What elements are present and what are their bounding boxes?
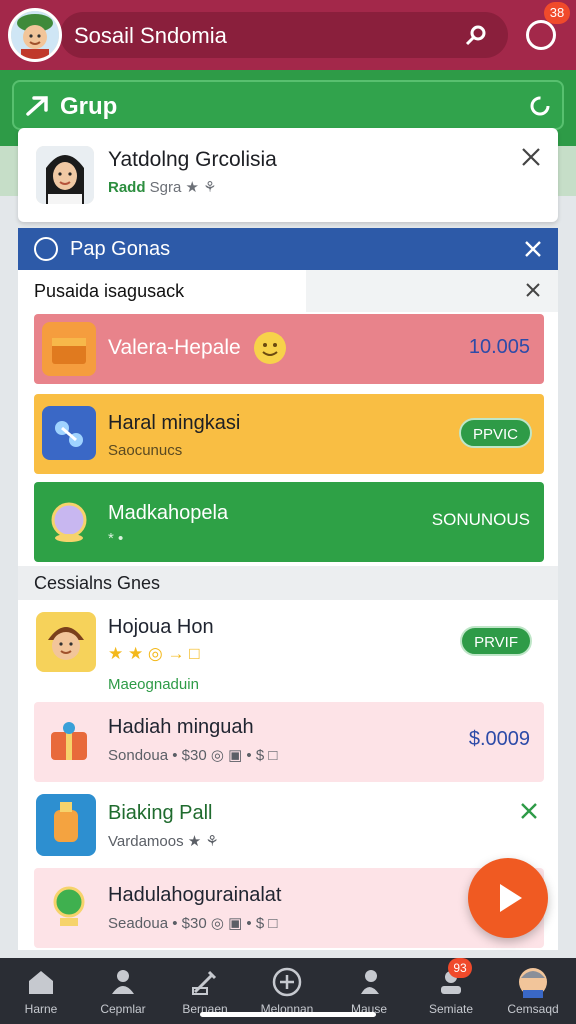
- profile-status-green: Radd: [108, 179, 146, 196]
- nav-label: Cepmlar: [100, 1002, 146, 1016]
- panel-header: Pap Gonas: [18, 228, 558, 270]
- close-icon[interactable]: [520, 146, 542, 168]
- trophy-icon: [42, 880, 96, 934]
- title-bar[interactable]: Sosail Sndomia: [60, 12, 508, 58]
- home-indicator: [200, 1012, 376, 1017]
- group-header[interactable]: Grup: [12, 80, 564, 130]
- app-title: Sosail Sndomia: [74, 23, 227, 48]
- play-button[interactable]: [468, 858, 548, 938]
- gift-icon: [42, 714, 96, 768]
- panel-title: Pap Gonas: [70, 238, 171, 260]
- list-item-subtitle: Seadoua • $30 ◎ ▣ • $ □: [108, 915, 278, 932]
- list-item-subtitle: Sondoua • $30 ◎ ▣ • $ □: [108, 747, 278, 764]
- profile-name: Yatdolng Grcolisia: [108, 148, 277, 171]
- featured-value: SONUNOUS: [431, 510, 530, 529]
- nav-badge: 93: [448, 958, 472, 978]
- list-item-tag: Maeognaduin: [108, 676, 199, 693]
- nav-item-people[interactable]: Cepmlar: [82, 958, 164, 1024]
- list-item-title: Hojoua Hon: [108, 616, 214, 638]
- list-item-title: Biaking Pall: [108, 802, 213, 824]
- nav-item-home[interactable]: Harne: [0, 958, 82, 1024]
- edit-icon: [192, 970, 217, 995]
- list-item[interactable]: Hadiah minguah Sondoua • $30 ◎ ▣ • $ □ $…: [34, 702, 544, 782]
- nav-item-profile[interactable]: Cemsaqd: [492, 958, 574, 1024]
- home-icon: [29, 971, 53, 994]
- top-app-bar: Sosail Sndomia 38: [0, 0, 576, 70]
- molecule-icon: [42, 406, 96, 460]
- plus-circle-icon: [272, 967, 302, 997]
- search-icon[interactable]: [464, 22, 490, 48]
- send-icon: [26, 96, 48, 116]
- featured-item[interactable]: Valera-Hepale 10.005: [34, 314, 544, 384]
- people-icon: [112, 970, 134, 994]
- featured-title: Madkahopela: [108, 502, 229, 524]
- featured-title: Haral mingkasi: [108, 412, 241, 434]
- section-title: Pusaida isagusack: [34, 281, 185, 301]
- list-item[interactable]: Biaking Pall Vardamoos ★ ⚘: [34, 790, 544, 860]
- claim-button[interactable]: PRVIF: [460, 626, 532, 656]
- featured-value: 10.005: [468, 336, 530, 358]
- featured-subtitle: * •: [108, 530, 124, 547]
- chest-icon: [42, 322, 96, 376]
- notification-badge: 38: [544, 2, 570, 24]
- star-icon: ★ ⚘: [185, 179, 217, 196]
- group-title: Grup: [60, 93, 118, 120]
- section-bar: Pusaida isagusack: [18, 270, 558, 312]
- featured-title: Valera-Hepale: [108, 336, 241, 359]
- user-avatar[interactable]: [8, 8, 62, 62]
- person-icon: [361, 970, 379, 994]
- character-avatar-icon: [36, 612, 96, 672]
- profile-avatar-icon: [519, 968, 547, 998]
- nav-label: Semiate: [428, 1002, 474, 1016]
- list-item[interactable]: Hojoua Hon ★ ★ ◎ → □ Maeognaduin PRVIF: [34, 608, 544, 700]
- rewards-panel: Pap Gonas Pusaida isagusack Valera-Hepal…: [18, 228, 558, 950]
- featured-item[interactable]: Haral mingkasi Saocunucs PPVIC: [34, 394, 544, 474]
- profile-card[interactable]: Yatdolng Grcolisia Radd Sgra ★ ⚘: [18, 128, 558, 222]
- notification-bell-icon[interactable]: [526, 20, 556, 50]
- featured-subtitle: Saocunucs: [108, 442, 183, 459]
- section-title: Cessialns Gnes: [34, 573, 161, 593]
- compass-icon: [34, 237, 58, 261]
- claim-button[interactable]: PPVIC: [458, 418, 532, 448]
- list-item-title: Hadiah minguah: [108, 716, 254, 738]
- refresh-icon[interactable]: [526, 92, 554, 120]
- list-item-subtitle: Vardamoos ★ ⚘: [108, 833, 219, 850]
- smiley-icon: [254, 332, 286, 364]
- nav-label: Harne: [24, 1002, 58, 1016]
- crystal-ball-icon: [42, 494, 96, 548]
- list-item-title: Hadulahogurainalat: [108, 884, 282, 906]
- list-item-value: $.0009: [468, 728, 530, 750]
- profile-photo: [36, 146, 94, 204]
- close-icon[interactable]: [518, 800, 540, 822]
- close-icon[interactable]: [524, 281, 542, 299]
- section-header: Cessialns Gnes: [18, 566, 558, 600]
- potion-icon: [36, 794, 96, 856]
- nav-label: Cemsaqd: [507, 1002, 559, 1016]
- profile-status-gray: Sgra: [149, 179, 182, 196]
- close-icon[interactable]: [522, 238, 544, 260]
- featured-item[interactable]: Madkahopela * • SONUNOUS: [34, 482, 544, 562]
- list-item-meta: ★ ★ ◎ → □: [108, 644, 200, 663]
- nav-item-user[interactable]: 93 Semiate: [410, 958, 492, 1024]
- list-item[interactable]: Hadulahogurainalat Seadoua • $30 ◎ ▣ • $…: [34, 868, 544, 948]
- profile-status: Radd Sgra ★ ⚘: [108, 178, 217, 196]
